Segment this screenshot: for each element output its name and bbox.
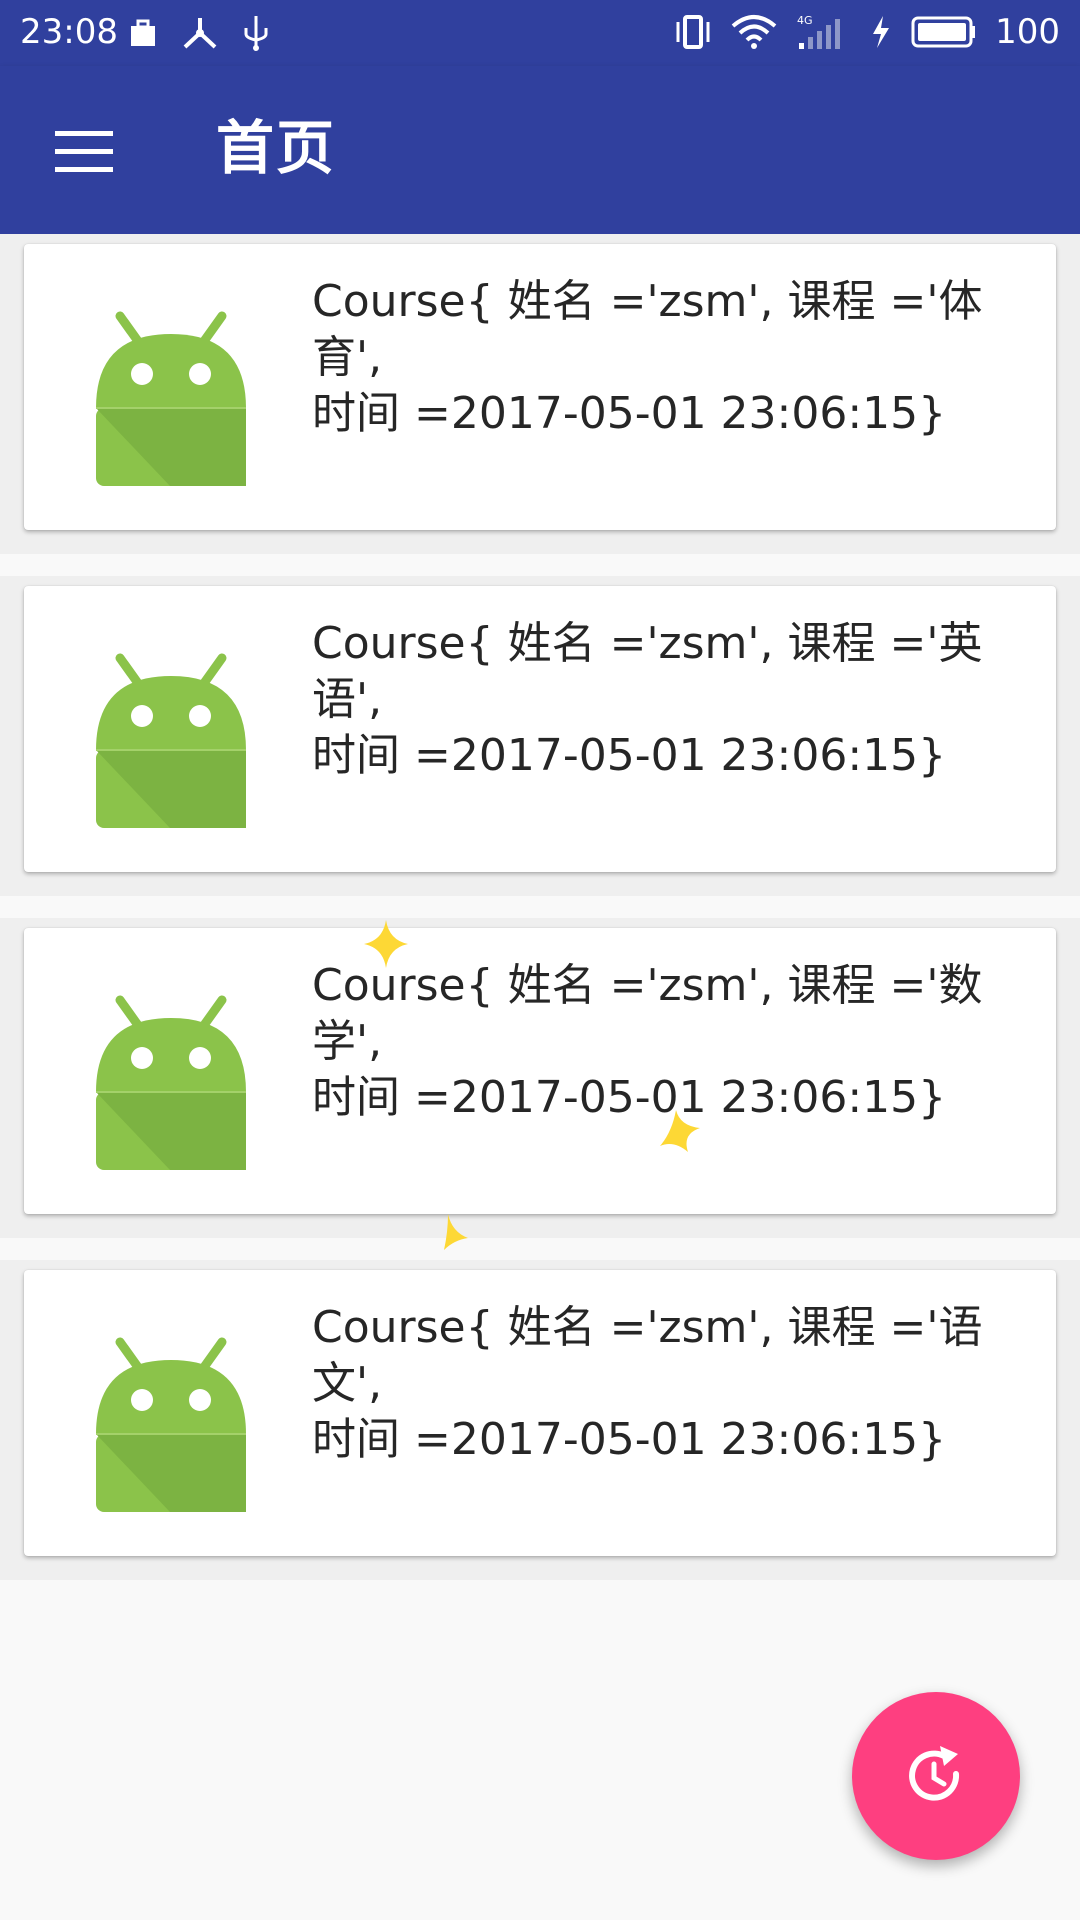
course-card[interactable]: Course{ 姓名 ='zsm', 课程 ='英语', 时间 =2017-05… [24, 586, 1056, 872]
list-row: Course{ 姓名 ='zsm', 课程 ='数学', 时间 =2017-05… [0, 918, 1080, 1238]
status-time: 23:08 [20, 12, 118, 52]
battery-percentage: 100 [995, 12, 1060, 52]
charging-icon [873, 16, 890, 48]
course-text: Course{ 姓名 ='zsm', 课程 ='英语', 时间 =2017-05… [312, 616, 1042, 784]
status-left-icons [128, 14, 270, 52]
status-bar: 23:08 4G 100 [0, 0, 1080, 66]
android-robot-icon [96, 653, 246, 828]
course-text-line2: 时间 =2017-05-01 23:06:15} [312, 1072, 947, 1123]
refresh-fab[interactable] [852, 1692, 1020, 1860]
course-text-line1: Course{ 姓名 ='zsm', 课程 ='数学', [312, 960, 983, 1067]
battery-icon [911, 16, 976, 48]
sparkle-icon [660, 1110, 700, 1152]
course-text-line2: 时间 =2017-05-01 23:06:15} [312, 1414, 947, 1465]
course-card[interactable]: Course{ 姓名 ='zsm', 课程 ='体育', 时间 =2017-05… [24, 244, 1056, 530]
course-text: Course{ 姓名 ='zsm', 课程 ='语文', 时间 =2017-05… [312, 1300, 1042, 1468]
page-title: 首页 [216, 114, 337, 182]
course-text-line2: 时间 =2017-05-01 23:06:15} [312, 388, 947, 439]
network-share-icon [183, 18, 217, 49]
list-row: Course{ 姓名 ='zsm', 课程 ='英语', 时间 =2017-05… [0, 576, 1080, 896]
app-bar: 首页 [0, 66, 1080, 234]
sparkle-icon [364, 920, 408, 968]
course-card[interactable]: Course{ 姓名 ='zsm', 课程 ='数学', 时间 =2017-05… [24, 928, 1056, 1214]
course-text-line1: Course{ 姓名 ='zsm', 课程 ='语文', [312, 1302, 983, 1409]
menu-button[interactable] [40, 116, 128, 188]
list-row: Course{ 姓名 ='zsm', 课程 ='语文', 时间 =2017-05… [0, 1260, 1080, 1580]
sparkle-icon [444, 1214, 468, 1250]
svg-text:4G: 4G [797, 14, 813, 27]
course-text-line1: Course{ 姓名 ='zsm', 课程 ='英语', [312, 618, 983, 725]
android-robot-icon [96, 311, 246, 486]
course-text: Course{ 姓名 ='zsm', 课程 ='数学', 时间 =2017-05… [312, 958, 1042, 1126]
wifi-icon [731, 15, 777, 49]
course-text-line2: 时间 =2017-05-01 23:06:15} [312, 730, 947, 781]
4g-signal-icon: 4G [797, 14, 841, 49]
android-robot-icon [96, 995, 246, 1170]
course-text-line1: Course{ 姓名 ='zsm', 课程 ='体育', [312, 276, 983, 383]
status-right-icons: 4G 100 [673, 12, 1060, 52]
course-card[interactable]: Course{ 姓名 ='zsm', 课程 ='语文', 时间 =2017-05… [24, 1270, 1056, 1556]
hamburger-menu-icon [55, 131, 113, 172]
briefcase-icon [131, 19, 155, 46]
vibrate-icon [676, 15, 710, 49]
usb-icon [244, 16, 268, 51]
course-text: Course{ 姓名 ='zsm', 课程 ='体育', 时间 =2017-05… [312, 274, 1042, 442]
refresh-clock-icon [909, 1746, 960, 1801]
android-robot-icon [96, 1337, 246, 1512]
list-row: Course{ 姓名 ='zsm', 课程 ='体育', 时间 =2017-05… [0, 234, 1080, 554]
